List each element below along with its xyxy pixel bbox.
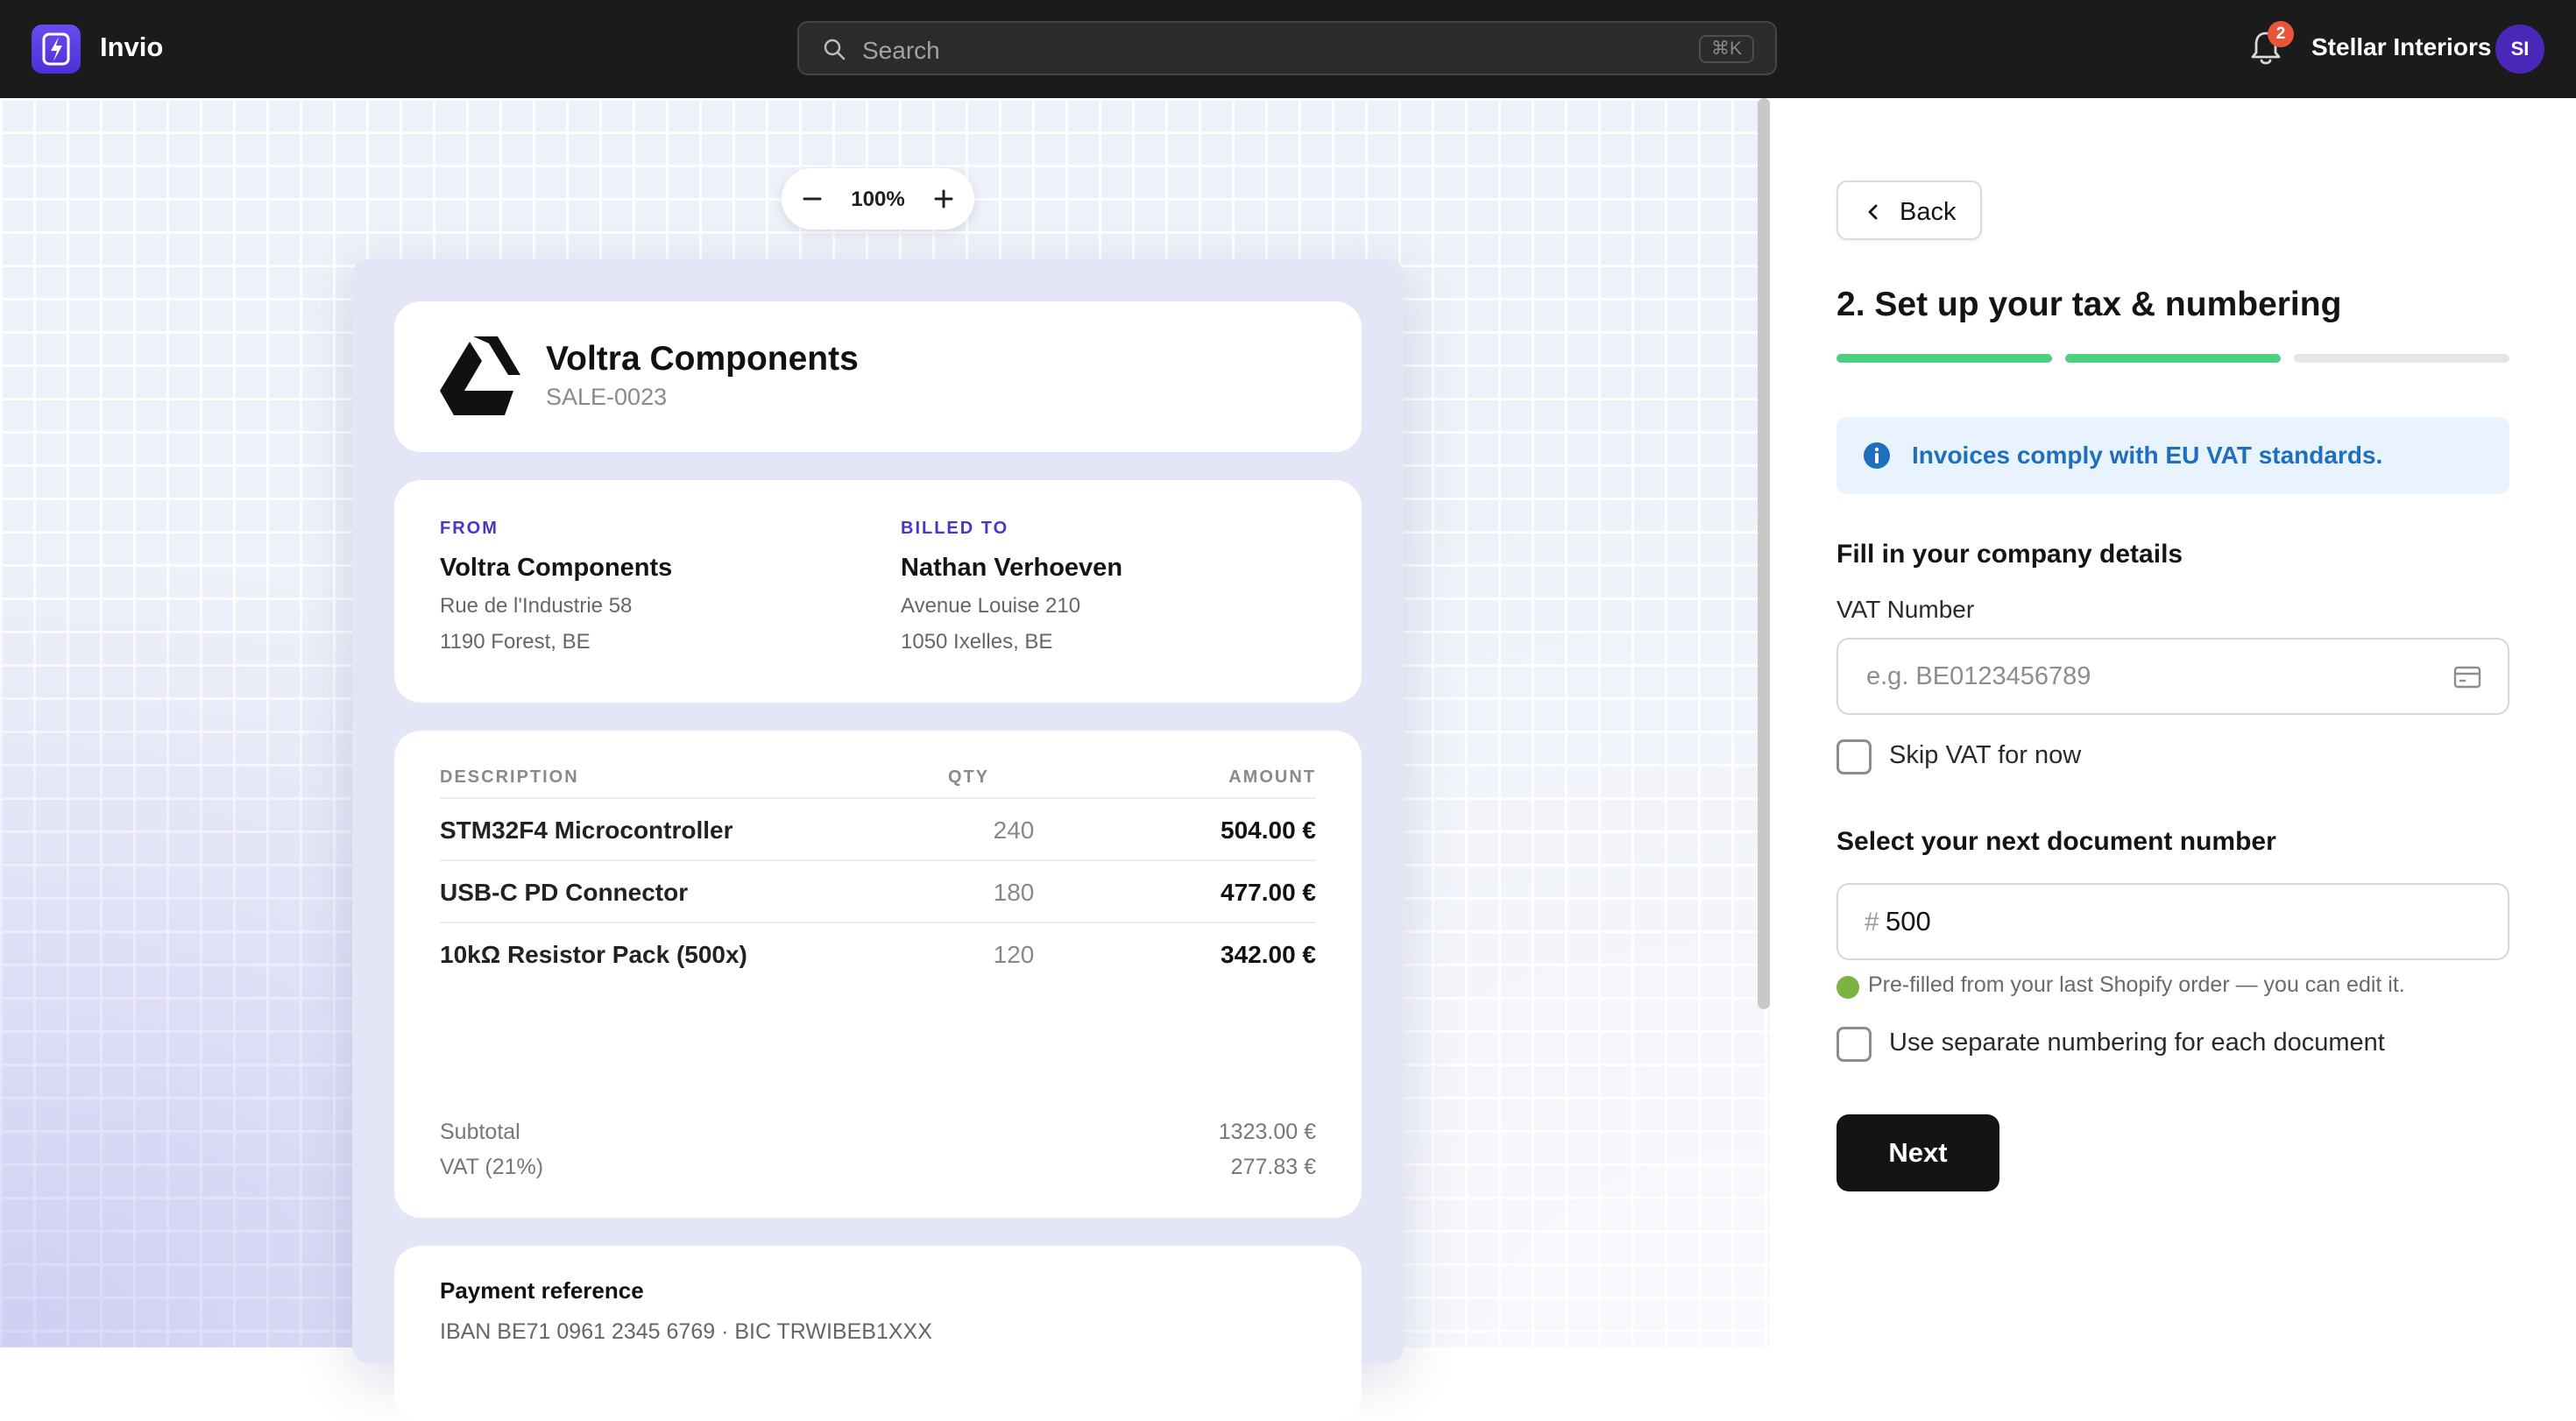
- item-description: STM32F4 Microcontroller: [440, 817, 733, 844]
- zoom-in-button[interactable]: [925, 180, 962, 217]
- next-number-input[interactable]: 500: [1886, 906, 1931, 937]
- plus-icon: [934, 189, 953, 209]
- from-name: Voltra Components: [440, 554, 673, 582]
- chevron-left-icon: [1868, 204, 1878, 220]
- billed-to-label: BILLED TO: [901, 519, 1009, 538]
- next-button[interactable]: Next: [1836, 1114, 1999, 1191]
- column-header-amount: AMOUNT: [1228, 767, 1316, 787]
- zoom-control: 100%: [782, 168, 974, 230]
- separate-numbering-checkbox[interactable]: [1836, 1027, 1872, 1062]
- info-text: Invoices comply with EU VAT standards.: [1912, 442, 2383, 469]
- page-title: 2. Set up your tax & numbering: [1836, 286, 2342, 323]
- back-label: Back: [1900, 198, 1957, 226]
- from-address-line2: 1190 Forest, BE: [440, 630, 591, 654]
- app-name: Invio: [100, 32, 164, 62]
- app-logo[interactable]: [32, 25, 81, 74]
- vat-number-input[interactable]: e.g. BE0123456789: [1866, 662, 2091, 691]
- table-row: STM32F4 Microcontroller 240 504.00 €: [440, 797, 1316, 860]
- item-qty: 240: [993, 817, 1035, 844]
- seller-name: Voltra Components: [546, 340, 859, 378]
- search-icon: [824, 39, 846, 60]
- minus-icon: [803, 197, 822, 201]
- vat-number-label: VAT Number: [1836, 596, 1975, 623]
- invoice-preview: Voltra Components SALE-0023 FROM Voltra …: [352, 259, 1404, 1421]
- payment-card: Payment reference IBAN BE71 0961 2345 67…: [394, 1246, 1362, 1421]
- column-header-qty: QTY: [948, 767, 990, 787]
- zoom-level: 100%: [851, 187, 905, 211]
- billed-to-address-line1: Avenue Louise 210: [901, 594, 1081, 618]
- progress-step-1: [1836, 354, 2052, 363]
- account-company-name[interactable]: Stellar Interiors: [2311, 33, 2491, 61]
- prefill-hint: Pre-filled from your last Shopify order …: [1868, 972, 2405, 997]
- subtotal-label: Subtotal: [440, 1120, 520, 1144]
- progress-step-3: [2294, 354, 2509, 363]
- vat-number-field[interactable]: e.g. BE0123456789: [1836, 638, 2509, 715]
- info-icon: [1864, 442, 1890, 469]
- item-amount: 477.00 €: [1221, 879, 1316, 906]
- from-address-line1: Rue de l'Industrie 58: [440, 594, 633, 618]
- next-number-field[interactable]: # 500: [1836, 883, 2509, 960]
- search-input[interactable]: Search: [862, 37, 940, 65]
- separate-numbering-label[interactable]: Use separate numbering for each document: [1889, 1029, 2385, 1057]
- item-amount: 342.00 €: [1221, 941, 1316, 968]
- search-shortcut-badge: ⌘K: [1698, 35, 1754, 63]
- vat-value: 277.83 €: [1230, 1155, 1316, 1179]
- table-row: USB-C PD Connector 180 477.00 €: [440, 859, 1316, 923]
- from-label: FROM: [440, 519, 499, 538]
- back-button[interactable]: Back: [1836, 180, 1982, 240]
- invoice-header-card: Voltra Components SALE-0023: [394, 301, 1362, 452]
- payment-reference-value: IBAN BE71 0961 2345 6769 · BIC TRWIBEB1X…: [440, 1319, 932, 1344]
- numbering-heading: Select your next document number: [1836, 827, 2276, 856]
- item-qty: 120: [993, 941, 1035, 968]
- seller-logo: [440, 336, 520, 415]
- item-qty: 180: [993, 879, 1035, 906]
- item-description: 10kΩ Resistor Pack (500x): [440, 941, 747, 968]
- billed-to-address-line2: 1050 Ixelles, BE: [901, 630, 1053, 654]
- line-items-card: DESCRIPTION QTY AMOUNT STM32F4 Microcont…: [394, 731, 1362, 1218]
- skip-vat-checkbox[interactable]: [1836, 739, 1872, 774]
- skip-vat-label[interactable]: Skip VAT for now: [1889, 741, 2081, 770]
- billed-to-name: Nathan Verhoeven: [901, 554, 1123, 582]
- parties-card: FROM Voltra Components Rue de l'Industri…: [394, 480, 1362, 703]
- company-details-heading: Fill in your company details: [1836, 540, 2183, 569]
- credit-card-icon: [2453, 666, 2481, 689]
- subtotal-value: 1323.00 €: [1218, 1120, 1316, 1144]
- progress-step-2: [2065, 354, 2281, 363]
- canvas-scrollbar[interactable]: [1758, 98, 1770, 1009]
- column-header-description: DESCRIPTION: [440, 767, 579, 787]
- invoice-number: SALE-0023: [546, 384, 668, 410]
- table-row: 10kΩ Resistor Pack (500x) 120 342.00 €: [440, 922, 1316, 985]
- bolt-icon: [42, 32, 70, 66]
- payment-reference-title: Payment reference: [440, 1277, 644, 1304]
- vat-label: VAT (21%): [440, 1155, 544, 1179]
- zoom-out-button[interactable]: [794, 180, 831, 217]
- number-prefix: #: [1865, 908, 1879, 937]
- prefill-status-dot: [1836, 976, 1859, 999]
- info-banner: Invoices comply with EU VAT standards.: [1836, 417, 2509, 494]
- item-amount: 504.00 €: [1221, 817, 1316, 844]
- avatar[interactable]: SI: [2495, 25, 2544, 74]
- search-bar[interactable]: Search ⌘K: [797, 21, 1777, 75]
- item-description: USB-C PD Connector: [440, 879, 689, 906]
- notification-badge: 2: [2268, 21, 2294, 47]
